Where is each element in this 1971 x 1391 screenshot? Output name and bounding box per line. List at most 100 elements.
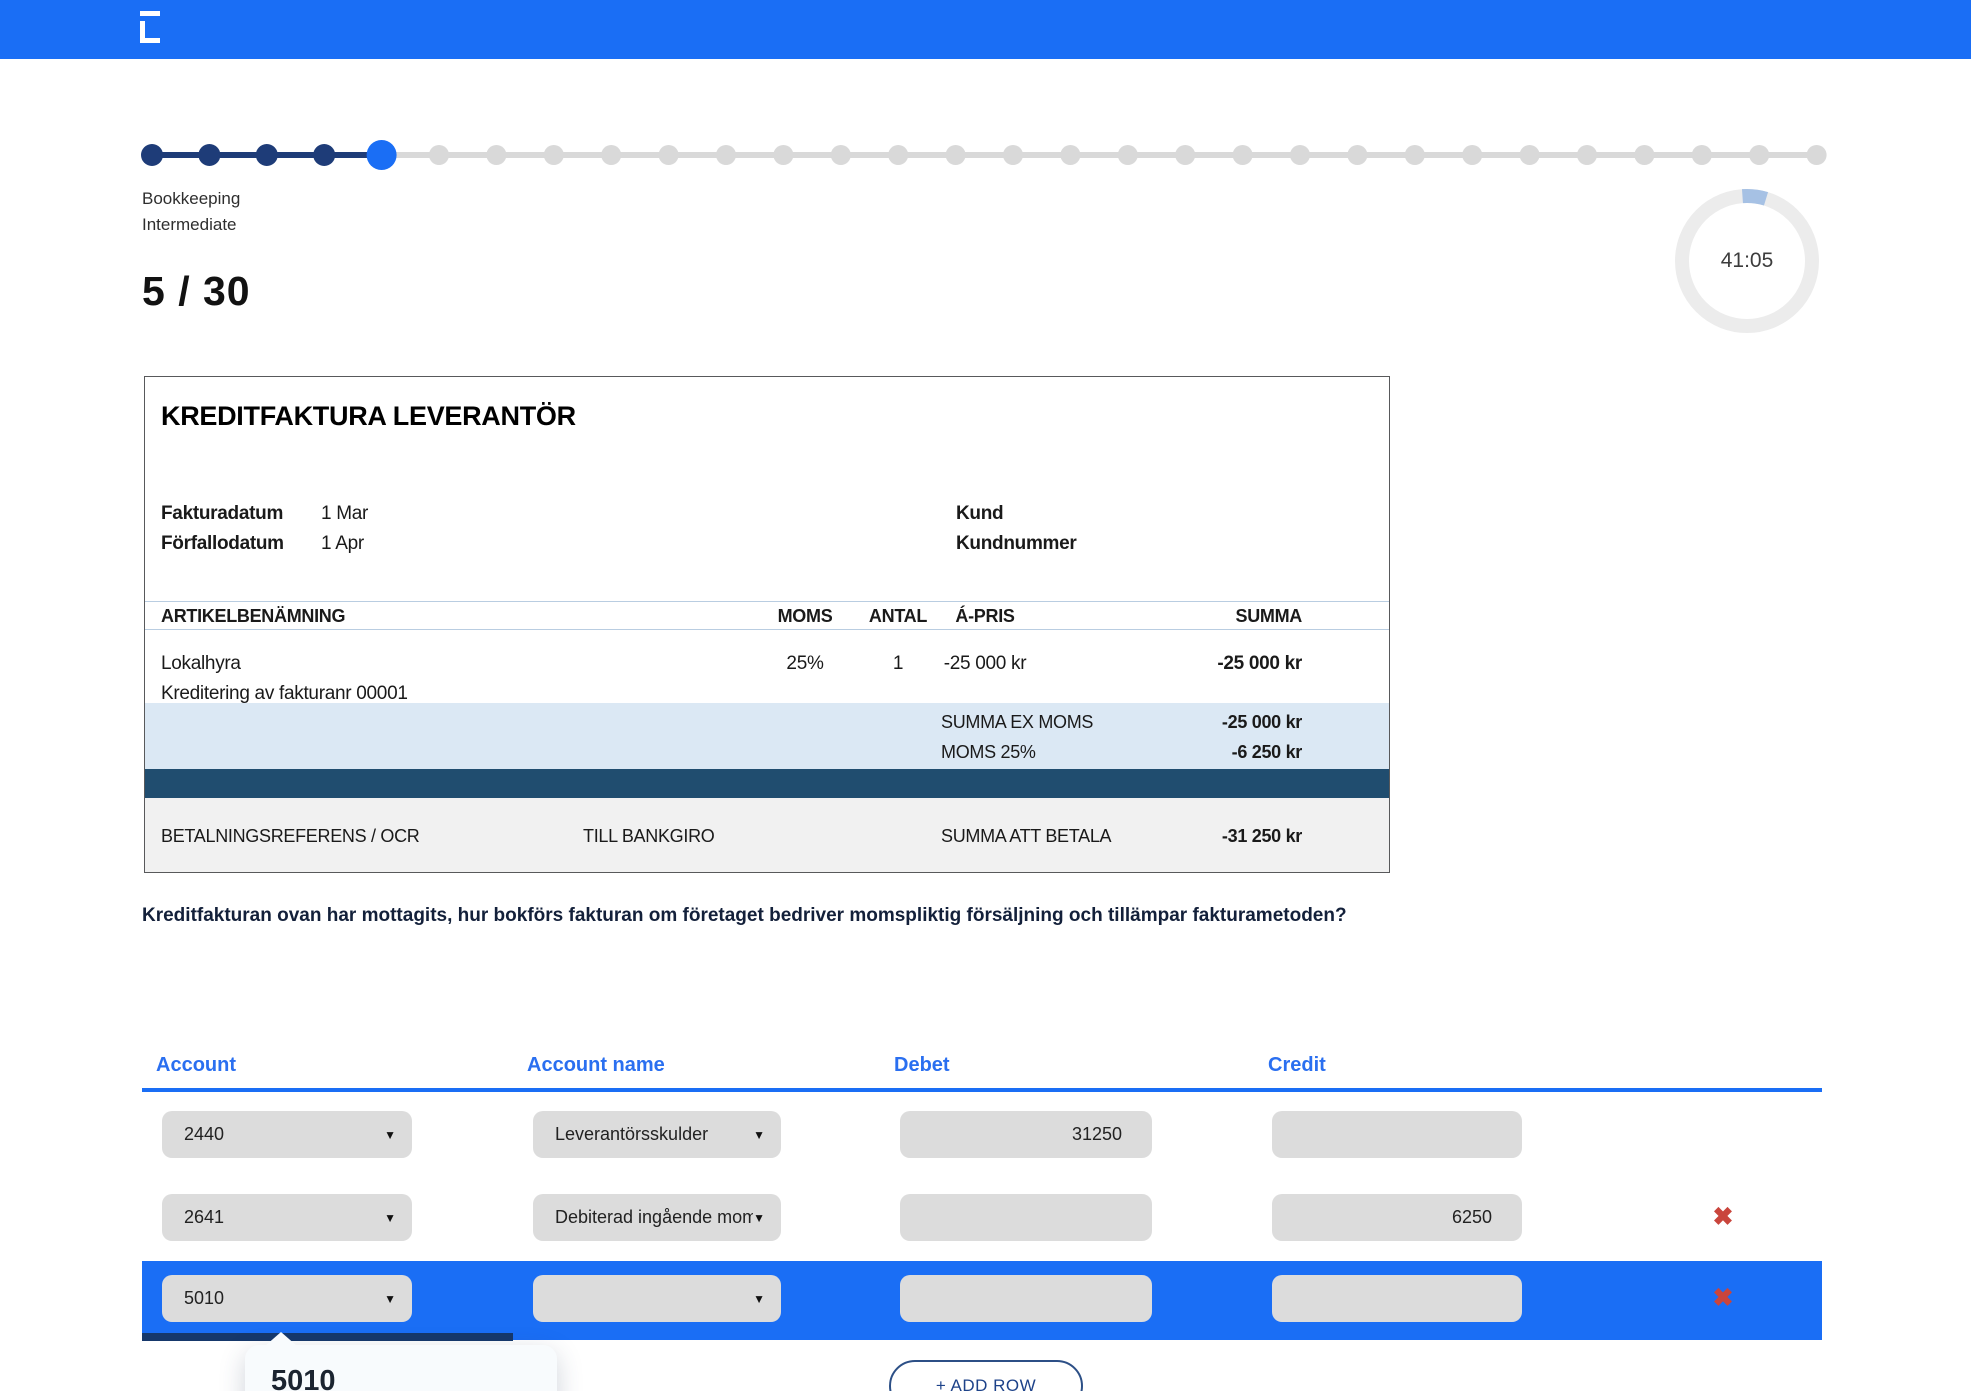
dropdown-option-5010[interactable]: 5010: [271, 1365, 336, 1391]
total-value: -31 250 kr: [1222, 826, 1302, 847]
chevron-down-icon: ▼: [384, 1292, 396, 1306]
invoice-line-note: Kreditering av fakturanr 00001: [161, 683, 408, 705]
chevron-down-icon: ▼: [753, 1128, 765, 1142]
summary-value: -25 000 kr: [1222, 712, 1302, 733]
chevron-down-icon: ▼: [753, 1292, 765, 1306]
stepper-dot-28: [1692, 145, 1712, 165]
stepper-dot-23: [1405, 145, 1425, 165]
summary-row: MOMS 25% -6 250 kr: [145, 742, 1389, 768]
credit-input[interactable]: [1272, 1111, 1522, 1158]
stepper-dot-17: [1060, 145, 1080, 165]
invoice-title: KREDITFAKTURA LEVERANTÖR: [161, 401, 576, 432]
chevron-down-icon: ▼: [384, 1211, 396, 1225]
timer: 41:05: [1667, 181, 1827, 341]
stepper-dot-3: [256, 144, 278, 166]
course-title: Bookkeeping: [142, 186, 240, 212]
account-select[interactable]: 2440▼: [162, 1111, 412, 1158]
delete-row-button[interactable]: ✖: [1705, 1280, 1741, 1316]
field-label: Förfallodatum: [161, 533, 284, 554]
account-name-select[interactable]: ▼: [533, 1275, 781, 1322]
stepper-dot-1: [141, 144, 163, 166]
invoice-footer: BETALNINGSREFERENS / OCR TILL BANKGIRO S…: [145, 798, 1389, 872]
add-row-button[interactable]: + ADD ROW: [889, 1360, 1083, 1391]
stepper-dot-18: [1118, 145, 1138, 165]
timer-value: 41:05: [1667, 249, 1827, 273]
summary-value: -6 250 kr: [1232, 742, 1302, 763]
field-label: Kund: [956, 503, 1003, 524]
account-dropdown-popup: 5010: [245, 1345, 557, 1391]
brand-logo-icon: [140, 11, 162, 43]
field-value: 1 Apr: [321, 533, 364, 555]
stepper-dot-13: [831, 145, 851, 165]
stepper-dot-20: [1233, 145, 1253, 165]
popup-caret-icon: [265, 1332, 297, 1346]
bankgiro-label: TILL BANKGIRO: [583, 826, 714, 847]
field-label: Kundnummer: [956, 533, 1077, 554]
summary-label: SUMMA EX MOMS: [941, 712, 1093, 733]
field-label: Fakturadatum: [161, 503, 283, 524]
account-select[interactable]: 5010▼: [162, 1275, 412, 1322]
journal-row-1: 2440▼Leverantörsskulder▼: [142, 1103, 1822, 1166]
chevron-down-icon: ▼: [384, 1128, 396, 1142]
account-select-value: 5010: [184, 1288, 384, 1309]
col-summa: SUMMA: [1236, 606, 1303, 627]
item-antal: 1: [893, 653, 903, 675]
col-header-debet: Debet: [894, 1054, 950, 1077]
quiz-page: Bookkeeping Intermediate 5 / 30 41:05 KR…: [0, 0, 1971, 1391]
stepper-dot-27: [1634, 145, 1654, 165]
col-apris: Á-PRIS: [955, 606, 1014, 627]
item-name: Lokalhyra: [161, 653, 241, 675]
invoice-line-item: Lokalhyra 25% 1 -25 000 kr -25 000 kr: [145, 649, 1389, 675]
stepper-dot-21: [1290, 145, 1310, 165]
col-moms: MOMS: [778, 606, 833, 627]
account-select-value: 2641: [184, 1207, 384, 1228]
invoice-customer-field: Kund: [956, 503, 1003, 525]
debet-input[interactable]: [900, 1111, 1152, 1158]
logo-stroke: [140, 11, 160, 16]
top-bar: [0, 0, 1971, 59]
stepper-dot-9: [601, 145, 621, 165]
course-info: Bookkeeping Intermediate: [142, 186, 240, 238]
journal-row-2: 2641▼Debiterad ingående mom▼✖: [142, 1186, 1822, 1249]
account-select-value: 2440: [184, 1124, 384, 1145]
stepper-dot-8: [544, 145, 564, 165]
stepper-dot-6: [429, 145, 449, 165]
summary-label: MOMS 25%: [941, 742, 1036, 763]
invoice-table-header: ARTIKELBENÄMNING MOMS ANTAL Á-PRIS SUMMA: [145, 601, 1389, 630]
item-summa: -25 000 kr: [1217, 653, 1302, 675]
journal-row-3: 5010▼▼✖: [142, 1261, 1822, 1340]
stepper-dot-15: [946, 145, 966, 165]
open-select-underline: [142, 1333, 513, 1341]
stepper-dot-2: [198, 144, 220, 166]
stepper-dot-16: [1003, 145, 1023, 165]
account-name-select-value: Debiterad ingående mom: [555, 1207, 753, 1228]
col-header-account: Account: [156, 1054, 236, 1077]
invoice-document: KREDITFAKTURA LEVERANTÖR Fakturadatum 1 …: [144, 376, 1390, 873]
stepper-dot-30: [1807, 145, 1827, 165]
stepper-dot-19: [1175, 145, 1195, 165]
invoice-duedate-field: Förfallodatum 1 Apr: [161, 533, 284, 555]
debet-input[interactable]: [900, 1194, 1152, 1241]
field-value: 1 Mar: [321, 503, 368, 525]
delete-row-button[interactable]: ✖: [1705, 1199, 1741, 1235]
account-select[interactable]: 2641▼: [162, 1194, 412, 1241]
stepper-dot-24: [1462, 145, 1482, 165]
stepper-dot-25: [1520, 145, 1540, 165]
account-name-select[interactable]: Debiterad ingående mom▼: [533, 1194, 781, 1241]
logo-stroke: [140, 38, 160, 43]
ocr-label: BETALNINGSREFERENS / OCR: [161, 826, 420, 847]
question-counter: 5 / 30: [142, 268, 251, 315]
stepper-dot-22: [1347, 145, 1367, 165]
credit-input[interactable]: [1272, 1194, 1522, 1241]
summary-row: SUMMA EX MOMS -25 000 kr: [145, 712, 1389, 738]
chevron-down-icon: ▼: [753, 1211, 765, 1225]
stepper-dot-12: [773, 145, 793, 165]
account-name-select[interactable]: Leverantörsskulder▼: [533, 1111, 781, 1158]
stepper-dot-11: [716, 145, 736, 165]
total-label: SUMMA ATT BETALA: [941, 826, 1111, 847]
invoice-customer-number-field: Kundnummer: [956, 533, 1077, 555]
debet-input[interactable]: [900, 1275, 1152, 1322]
credit-input[interactable]: [1272, 1275, 1522, 1322]
item-moms: 25%: [786, 653, 823, 675]
stepper-dot-4: [313, 144, 335, 166]
